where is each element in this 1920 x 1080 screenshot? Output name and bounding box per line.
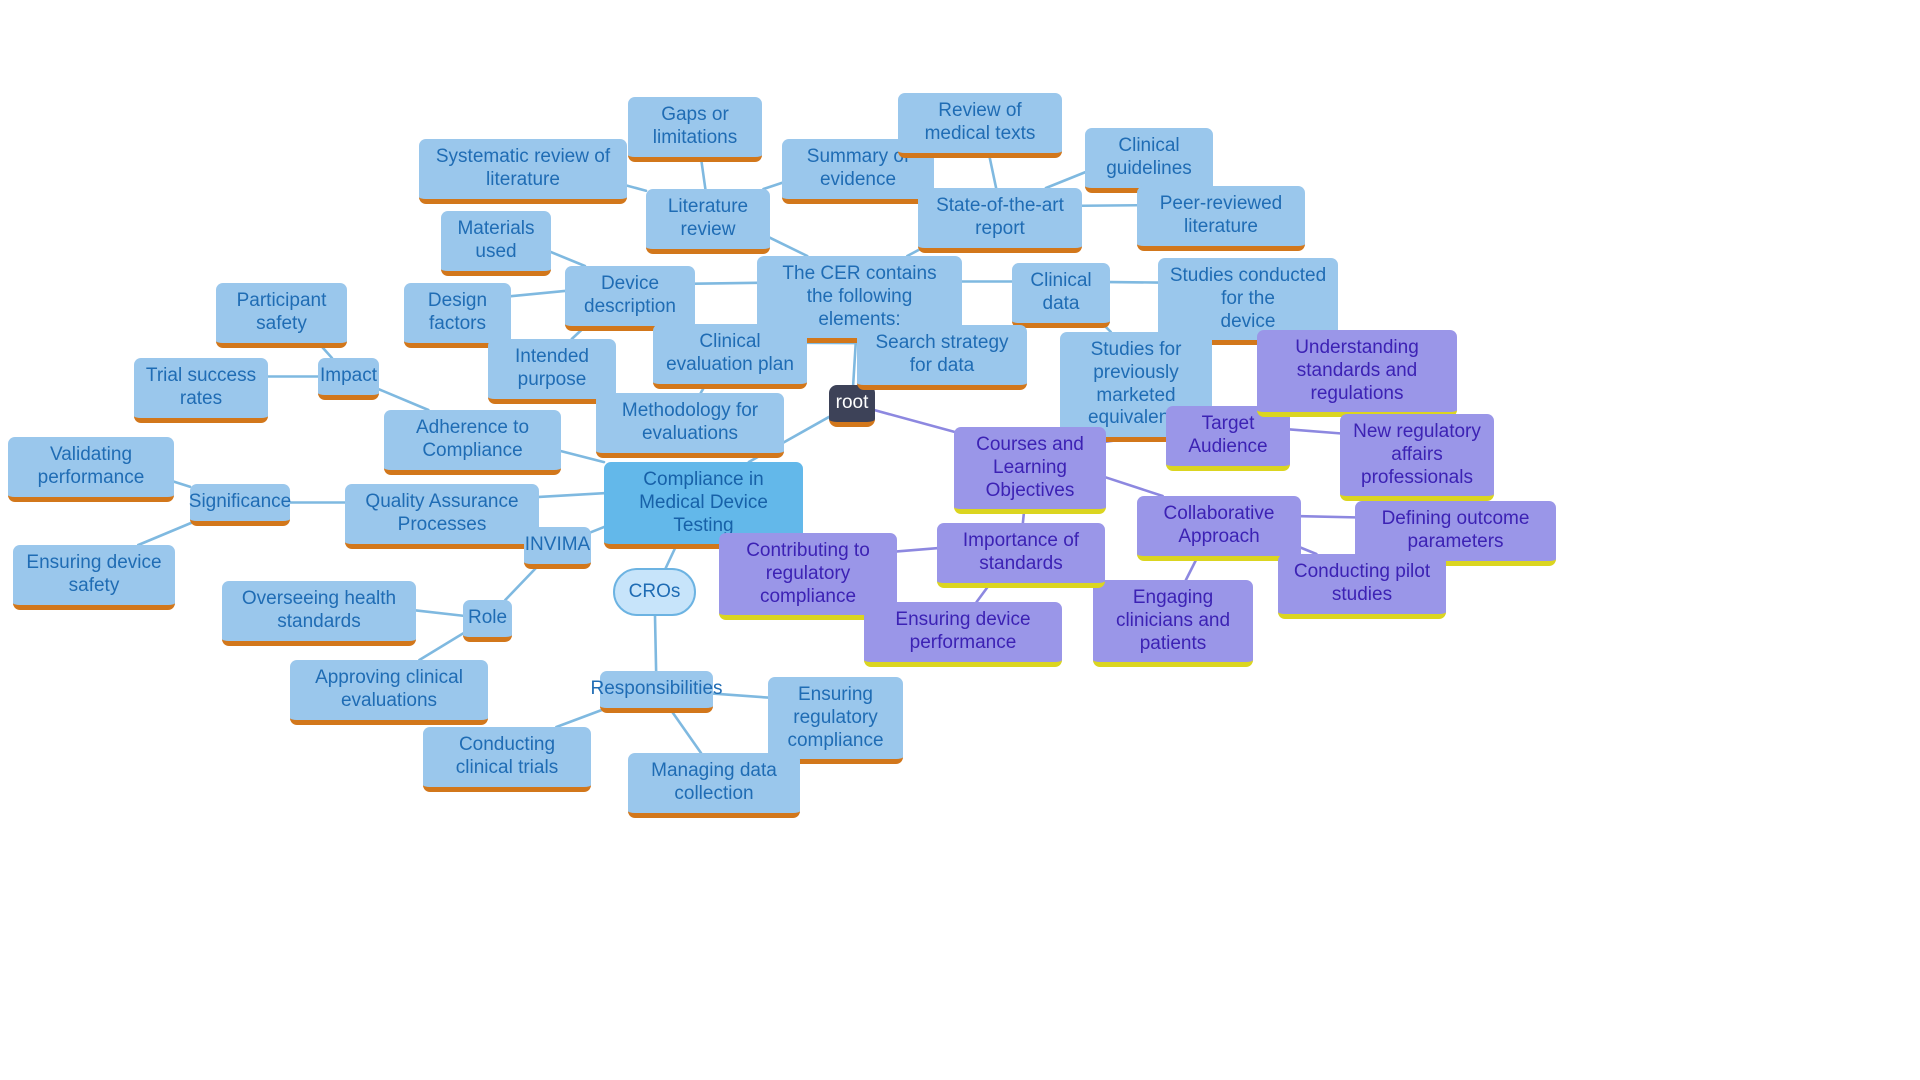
mindmap-node-designf[interactable]: Design factors <box>404 283 511 348</box>
mindmap-node-understanding[interactable]: Understanding standards and regulations <box>1257 330 1457 418</box>
mindmap-node-impact[interactable]: Impact <box>318 358 379 400</box>
mindmap-edge-significance-to-devsafety <box>136 519 198 547</box>
mindmap-node-psafety[interactable]: Participant safety <box>216 283 347 348</box>
mindmap-edge-cer-to-devdesc <box>693 281 759 285</box>
mindmap-edge-responsibilities-to-datacoll <box>668 706 703 755</box>
mindmap-edge-importance-to-contributing <box>895 546 939 553</box>
mindmap-node-significance[interactable]: Significance <box>189 484 291 526</box>
mindmap-edge-clindata-to-studiesdev <box>1108 280 1160 284</box>
mindmap-node-medtexts[interactable]: Review of medical texts <box>898 93 1062 158</box>
mindmap-node-root[interactable]: root <box>829 385 875 427</box>
mindmap-edge-invima-to-role <box>503 562 542 602</box>
mindmap-node-importance[interactable]: Importance of standards <box>937 523 1105 588</box>
mindmap-edge-role-to-oversee <box>414 609 465 618</box>
mindmap-node-sota[interactable]: State-of-the-art report <box>918 188 1082 253</box>
mindmap-edge-targetaud-to-newreg <box>1288 428 1342 435</box>
mindmap-node-devdesc[interactable]: Device description <box>565 266 695 331</box>
mindmap-edge-role-to-approving <box>418 632 465 662</box>
mindmap-node-devperf[interactable]: Ensuring device performance <box>864 602 1062 667</box>
mindmap-node-sysreview[interactable]: Systematic review of literature <box>419 139 627 204</box>
mindmap-node-search[interactable]: Search strategy for data <box>857 325 1027 390</box>
mindmap-node-approving[interactable]: Approving clinical evaluations <box>290 660 488 725</box>
mindmap-node-collabapp[interactable]: Collaborative Approach <box>1137 496 1301 561</box>
mindmap-node-pilotstudies[interactable]: Conducting pilot studies <box>1278 554 1446 619</box>
mindmap-edge-collabapp-to-outcomeparams <box>1299 514 1357 519</box>
mindmap-node-clintrials[interactable]: Conducting clinical trials <box>423 727 591 792</box>
mindmap-node-guidelines[interactable]: Clinical guidelines <box>1085 128 1213 193</box>
mindmap-node-cros[interactable]: CROs <box>613 568 696 616</box>
mindmap-edge-cros-to-responsibilities <box>653 614 658 673</box>
mindmap-edge-responsibilities-to-clintrials <box>555 706 609 729</box>
mindmap-node-trialrates[interactable]: Trial success rates <box>134 358 268 423</box>
mindmap-node-datacoll[interactable]: Managing data collection <box>628 753 800 818</box>
mindmap-node-litreview[interactable]: Literature review <box>646 189 770 254</box>
mindmap-node-regcompliance[interactable]: Ensuring regulatory compliance <box>768 677 903 765</box>
mindmap-edge-devdesc-to-designf <box>509 289 567 298</box>
mindmap-node-gaps[interactable]: Gaps or limitations <box>628 97 762 162</box>
mindmap-canvas: root The CER contains the following eleme… <box>0 0 1920 1080</box>
mindmap-edge-courses-to-collabapp <box>1104 476 1164 498</box>
mindmap-node-validating[interactable]: Validating performance <box>8 437 174 502</box>
mindmap-edge-compliance-to-qap <box>537 491 606 499</box>
mindmap-node-newreg[interactable]: New regulatory affairs professionals <box>1340 414 1494 502</box>
mindmap-node-qap[interactable]: Quality Assurance Processes <box>345 484 539 549</box>
mindmap-node-intended[interactable]: Intended purpose <box>488 339 616 404</box>
mindmap-node-devsafety[interactable]: Ensuring device safety <box>13 545 175 610</box>
mindmap-node-courses[interactable]: Courses and Learning Objectives <box>954 427 1106 515</box>
mindmap-node-oversee[interactable]: Overseeing health standards <box>222 581 416 646</box>
mindmap-node-role[interactable]: Role <box>463 600 512 642</box>
mindmap-node-responsibilities[interactable]: Responsibilities <box>591 671 723 713</box>
mindmap-edge-root-to-courses <box>873 408 956 434</box>
mindmap-node-methodology[interactable]: Methodology for evaluations <box>596 393 784 458</box>
mindmap-node-engaging[interactable]: Engaging clinicians and patients <box>1093 580 1253 668</box>
mindmap-node-invima[interactable]: INVIMA <box>524 527 591 569</box>
mindmap-node-adherence[interactable]: Adherence to Compliance <box>384 410 561 475</box>
mindmap-node-materials[interactable]: Materials used <box>441 211 551 276</box>
mindmap-node-clindata[interactable]: Clinical data <box>1012 263 1110 328</box>
mindmap-node-cep[interactable]: Clinical evaluation plan <box>653 324 807 389</box>
mindmap-edge-adherence-to-impact <box>377 387 430 412</box>
mindmap-node-peerrev[interactable]: Peer-reviewed literature <box>1137 186 1305 251</box>
